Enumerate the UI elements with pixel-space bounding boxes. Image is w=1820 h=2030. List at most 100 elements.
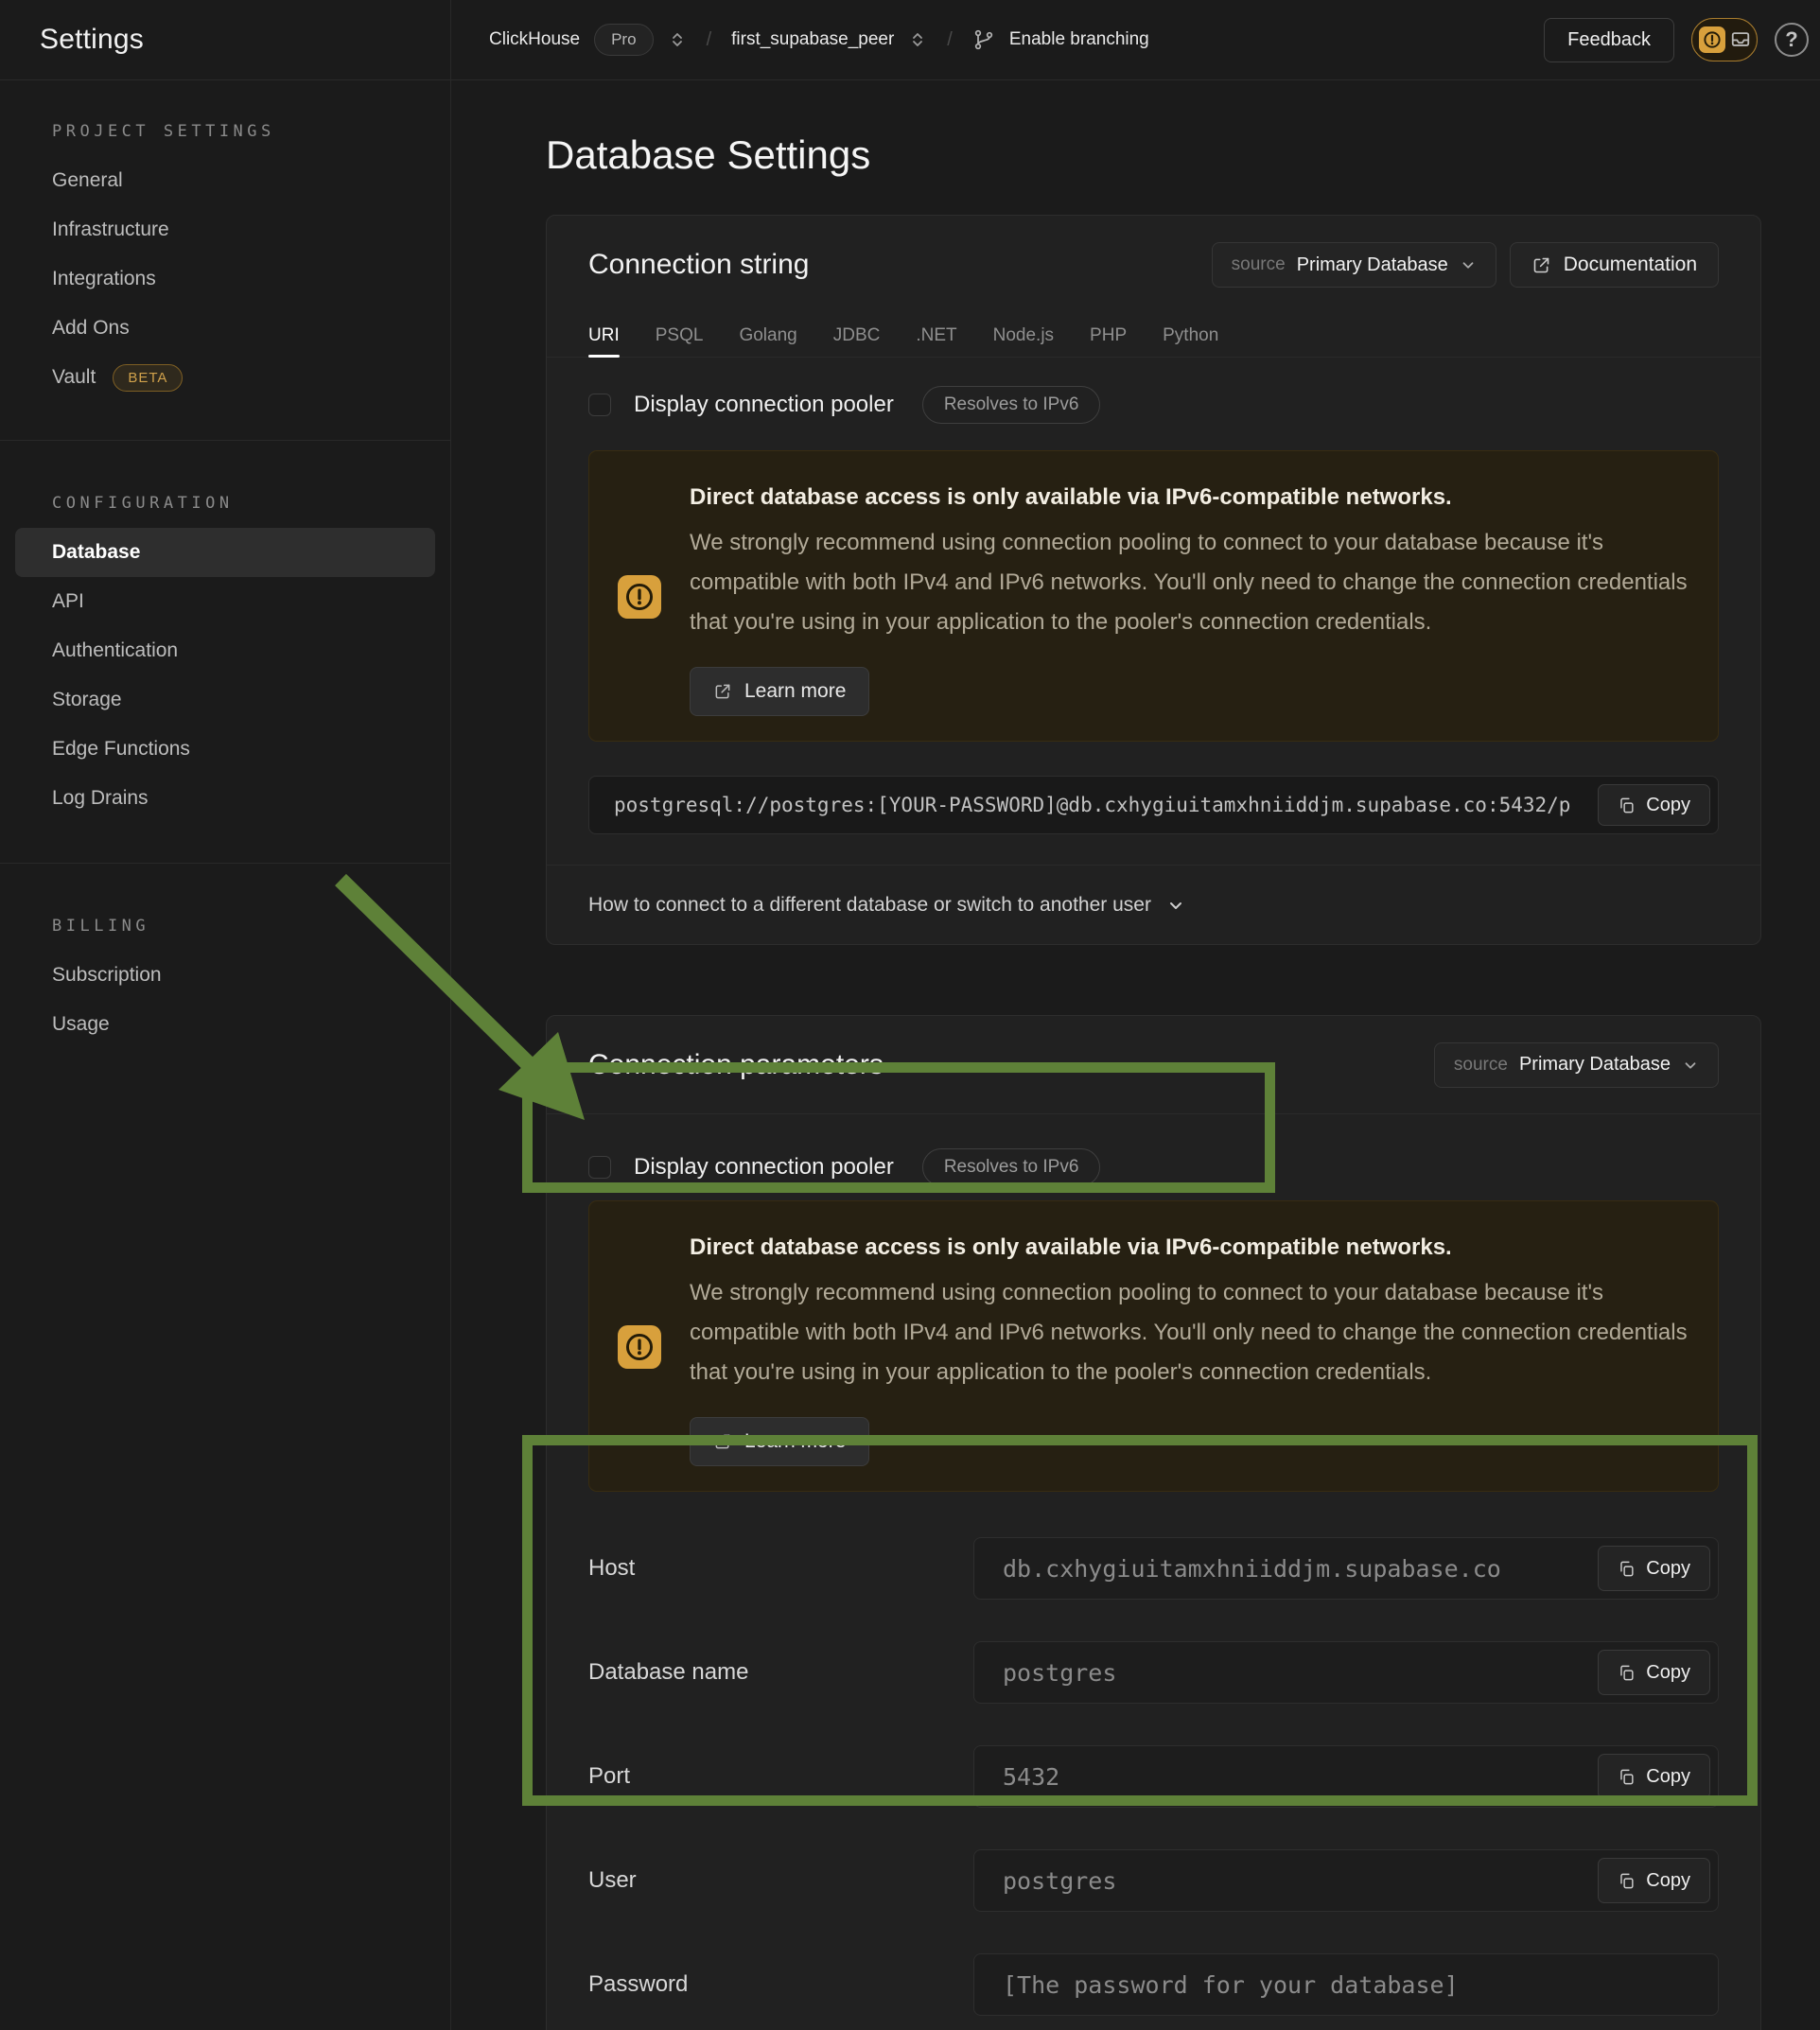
field-value-password: [The password for your database] bbox=[1003, 1971, 1459, 1999]
tab-golang[interactable]: Golang bbox=[739, 314, 796, 357]
sidebar-item-label: Integrations bbox=[52, 268, 156, 290]
connection-string-body: Display connection pooler Resolves to IP… bbox=[547, 358, 1760, 865]
field-input-database-name[interactable]: postgres Copy bbox=[973, 1641, 1719, 1704]
connection-string-field[interactable]: postgresql://postgres:[YOUR-PASSWORD]@db… bbox=[588, 776, 1719, 834]
breadcrumb-project[interactable]: first_supabase_peer bbox=[731, 29, 894, 50]
inbox-icon bbox=[1730, 29, 1751, 50]
resolves-to-ipv6-badge: Resolves to IPv6 bbox=[922, 1148, 1101, 1186]
tab-uri[interactable]: URI bbox=[588, 314, 620, 357]
sidebar-section-header: PROJECT SETTINGS bbox=[0, 122, 450, 141]
sidebar-item-integrations[interactable]: Integrations bbox=[0, 254, 450, 304]
tab-node-js[interactable]: Node.js bbox=[993, 314, 1054, 357]
sidebar-item-edge-functions[interactable]: Edge Functions bbox=[0, 725, 450, 774]
display-connection-pooler-checkbox[interactable] bbox=[588, 1156, 611, 1179]
copy-label: Copy bbox=[1646, 1662, 1690, 1684]
field-row-host: Hostdb.cxhygiuitamxhniiddjm.supabase.coC… bbox=[588, 1537, 1719, 1600]
copy-port-button[interactable]: Copy bbox=[1598, 1754, 1710, 1799]
source-select[interactable]: source Primary Database bbox=[1212, 242, 1496, 288]
sidebar-item-label: Storage bbox=[52, 689, 122, 711]
copy-label: Copy bbox=[1646, 795, 1690, 816]
sidebar-item-general[interactable]: General bbox=[0, 156, 450, 205]
notifications-button[interactable] bbox=[1691, 18, 1758, 61]
ipv6-warning: Direct database access is only available… bbox=[588, 1200, 1719, 1492]
learn-more-label: Learn more bbox=[744, 1430, 846, 1453]
ipv6-warning-body: We strongly recommend using connection p… bbox=[690, 523, 1689, 642]
sidebar-item-api[interactable]: API bbox=[0, 577, 450, 626]
sidebar-item-label: Authentication bbox=[52, 639, 178, 662]
breadcrumb-separator: / bbox=[941, 29, 958, 51]
connection-string-card: Connection string source Primary Databas… bbox=[546, 215, 1761, 945]
copy-user-button[interactable]: Copy bbox=[1598, 1858, 1710, 1903]
project-selector-chevrons-icon[interactable] bbox=[908, 30, 927, 49]
field-label-port: Port bbox=[588, 1763, 973, 1790]
tab-php[interactable]: PHP bbox=[1090, 314, 1127, 357]
field-input-port[interactable]: 5432 Copy bbox=[973, 1745, 1719, 1808]
sidebar-item-log-drains[interactable]: Log Drains bbox=[0, 774, 450, 823]
page: Settings ClickHouse Pro / first_supabase… bbox=[0, 0, 1820, 2030]
external-link-icon bbox=[713, 1432, 732, 1451]
copy-icon bbox=[1618, 1560, 1636, 1578]
field-input-password[interactable]: [The password for your database] bbox=[973, 1953, 1719, 2016]
copy-host-button[interactable]: Copy bbox=[1598, 1546, 1710, 1591]
connection-parameters-header: Connection parameters source Primary Dat… bbox=[547, 1016, 1760, 1114]
copy-label: Copy bbox=[1646, 1558, 1690, 1580]
copy-database-name-button[interactable]: Copy bbox=[1598, 1650, 1710, 1695]
sidebar-item-vault[interactable]: VaultBETA bbox=[0, 353, 450, 402]
field-row-password: Password[The password for your database] bbox=[588, 1953, 1719, 2016]
sidebar-item-label: General bbox=[52, 169, 123, 192]
sidebar-item-database[interactable]: Database bbox=[15, 528, 435, 577]
connection-parameters-body: Display connection pooler Resolves to IP… bbox=[547, 1114, 1760, 2030]
plan-badge[interactable]: Pro bbox=[594, 24, 653, 56]
tab-python[interactable]: Python bbox=[1163, 314, 1218, 357]
pooler-row: Display connection pooler Resolves to IP… bbox=[588, 384, 1719, 426]
resolves-to-ipv6-badge: Resolves to IPv6 bbox=[922, 386, 1101, 424]
learn-more-button[interactable]: Learn more bbox=[690, 667, 869, 716]
sidebar-item-label: Infrastructure bbox=[52, 219, 169, 241]
field-row-port: Port 5432 Copy bbox=[588, 1745, 1719, 1808]
documentation-label: Documentation bbox=[1564, 254, 1697, 276]
sidebar-section: BILLINGSubscriptionUsage bbox=[0, 864, 450, 1089]
beta-badge: BETA bbox=[113, 364, 183, 392]
sidebar-item-usage[interactable]: Usage bbox=[0, 1000, 450, 1049]
tab-jdbc[interactable]: JDBC bbox=[833, 314, 881, 357]
breadcrumb-org[interactable]: ClickHouse bbox=[489, 29, 580, 50]
field-value-port: 5432 bbox=[1003, 1763, 1059, 1791]
source-select-label: source bbox=[1232, 254, 1286, 275]
org-selector-chevrons-icon[interactable] bbox=[668, 30, 687, 49]
main-content: Database Settings Connection string sour… bbox=[451, 80, 1820, 2030]
field-input-user[interactable]: postgresCopy bbox=[973, 1849, 1719, 1912]
sidebar-item-subscription[interactable]: Subscription bbox=[0, 951, 450, 1000]
copy-icon bbox=[1618, 1872, 1636, 1890]
learn-more-button[interactable]: Learn more bbox=[690, 1417, 869, 1466]
copy-connection-string-button[interactable]: Copy bbox=[1598, 784, 1710, 826]
sidebar-item-label: Edge Functions bbox=[52, 738, 190, 761]
display-connection-pooler-checkbox[interactable] bbox=[588, 394, 611, 416]
sidebar-item-label: Usage bbox=[52, 1013, 110, 1036]
sidebar-item-authentication[interactable]: Authentication bbox=[0, 626, 450, 675]
field-label-host: Host bbox=[588, 1555, 973, 1582]
tab-psql[interactable]: PSQL bbox=[656, 314, 704, 357]
alert-badge-icon bbox=[1699, 26, 1725, 53]
field-label-database-name: Database name bbox=[588, 1659, 973, 1686]
git-branch-icon bbox=[972, 28, 995, 51]
sidebar-item-infrastructure[interactable]: Infrastructure bbox=[0, 205, 450, 254]
ipv6-warning-title: Direct database access is only available… bbox=[690, 483, 1689, 512]
field-input-host[interactable]: db.cxhygiuitamxhniiddjm.supabase.coCopy bbox=[973, 1537, 1719, 1600]
tab-net[interactable]: .NET bbox=[916, 314, 956, 357]
sidebar: PROJECT SETTINGS General Infrastructure Int… bbox=[0, 80, 451, 2030]
feedback-button[interactable]: Feedback bbox=[1544, 18, 1674, 62]
chevron-down-icon bbox=[1682, 1057, 1699, 1074]
sidebar-item-label: Subscription bbox=[52, 964, 162, 987]
top-bar: Settings ClickHouse Pro / first_supabase… bbox=[0, 0, 1820, 80]
alert-icon bbox=[618, 1228, 661, 1466]
documentation-button[interactable]: Documentation bbox=[1510, 242, 1719, 288]
field-value-database-name: postgres bbox=[1003, 1659, 1116, 1687]
help-button[interactable]: ? bbox=[1775, 23, 1809, 57]
sidebar-item-storage[interactable]: Storage bbox=[0, 675, 450, 725]
source-select[interactable]: source Primary Database bbox=[1434, 1042, 1719, 1088]
copy-icon bbox=[1618, 1664, 1636, 1682]
ipv6-warning-content: Direct database access is only available… bbox=[690, 478, 1689, 716]
sidebar-item-add-ons[interactable]: Add Ons bbox=[0, 304, 450, 353]
connection-string-footer[interactable]: How to connect to a different database o… bbox=[547, 865, 1760, 944]
enable-branching-button[interactable]: Enable branching bbox=[1009, 29, 1149, 50]
